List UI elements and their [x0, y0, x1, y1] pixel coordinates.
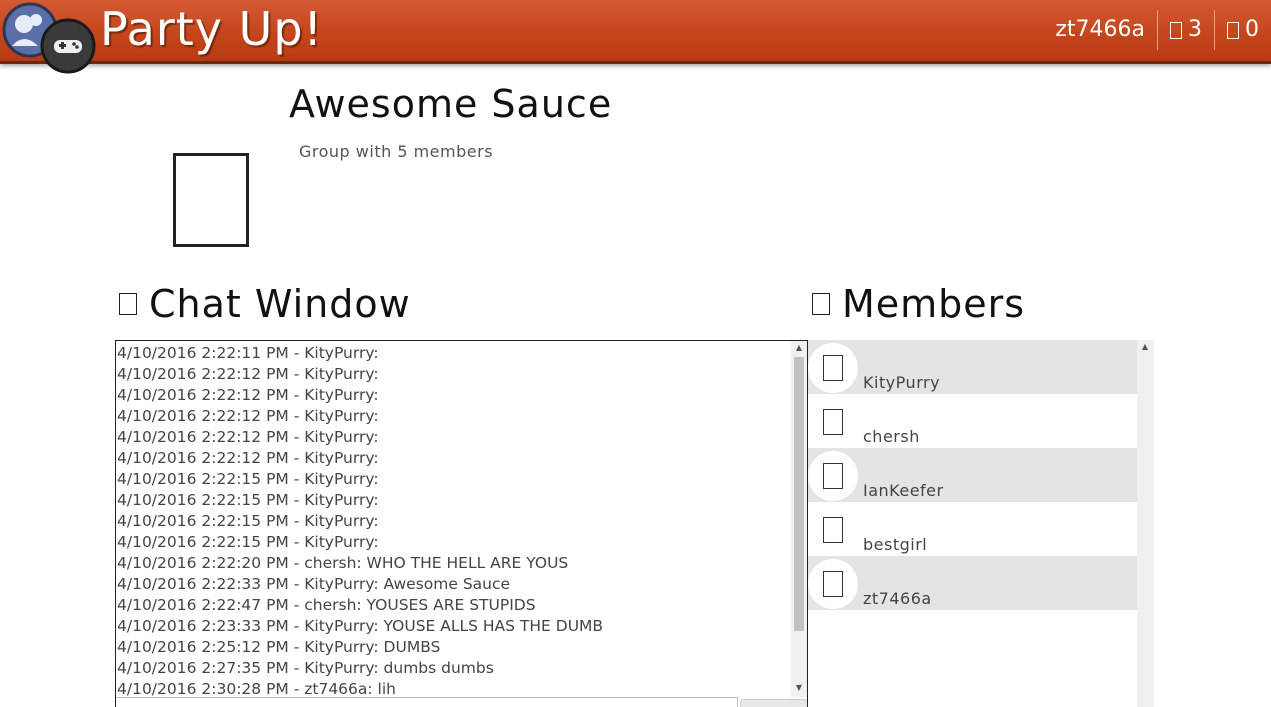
notifications-button[interactable]: 3	[1158, 10, 1214, 50]
avatar-icon	[823, 517, 843, 543]
member-avatar	[808, 505, 858, 555]
chat-message: 4/10/2016 2:22:12 PM - KityPurry:	[117, 407, 379, 425]
scroll-up-icon[interactable]: ▲	[791, 341, 807, 355]
scroll-up-icon[interactable]: ▲	[1137, 340, 1153, 354]
chat-message: 4/10/2016 2:22:15 PM - KityPurry:	[117, 512, 379, 530]
avatar-icon	[823, 409, 843, 435]
members-list: KityPurry chersh IanKeefer bestgirl zt7466a	[808, 340, 1137, 610]
member-name[interactable]: KityPurry	[863, 373, 940, 392]
chat-scroll-thumb[interactable]	[794, 357, 804, 631]
member-avatar	[808, 559, 858, 609]
member-row[interactable]: IanKeefer	[808, 448, 1137, 502]
user-nav: zt7466a 3 0	[1043, 10, 1271, 50]
avatar-icon	[823, 355, 843, 381]
messages-count: 0	[1245, 17, 1259, 42]
chat-message-list: 4/10/2016 2:22:11 PM - KityPurry: 4/10/20…	[117, 343, 791, 700]
logo-icon	[2, 2, 96, 74]
member-row[interactable]: bestgirl	[808, 502, 1137, 556]
chat-message: 4/10/2016 2:22:15 PM - KityPurry:	[117, 491, 379, 509]
chat-message: 4/10/2016 2:22:33 PM - KityPurry: Awesom…	[117, 575, 511, 593]
group-member-count: Group with 5 members	[299, 142, 494, 161]
chat-scrollbar[interactable]: ▲ ▼	[791, 341, 807, 697]
member-avatar	[808, 451, 858, 501]
member-name[interactable]: IanKeefer	[863, 481, 944, 500]
notifications-icon	[1170, 21, 1182, 39]
chat-icon	[119, 293, 137, 315]
member-name[interactable]: zt7466a	[863, 589, 932, 608]
top-navbar: Party Up! zt7466a 3 0	[0, 0, 1271, 74]
chat-message: 4/10/2016 2:22:12 PM - KityPurry:	[117, 365, 379, 383]
username-link[interactable]: zt7466a	[1043, 10, 1157, 50]
messages-icon	[1227, 21, 1239, 39]
avatar-icon	[823, 571, 843, 597]
chat-message: 4/10/2016 2:22:15 PM - KityPurry:	[117, 533, 379, 551]
chat-message: 4/10/2016 2:22:15 PM - KityPurry:	[117, 470, 379, 488]
chat-message-input[interactable]	[116, 697, 738, 707]
chat-send-button[interactable]	[740, 699, 807, 707]
chat-message: 4/10/2016 2:25:12 PM - KityPurry: DUMBS	[117, 638, 441, 656]
member-row[interactable]: KityPurry	[808, 340, 1137, 394]
chat-message: 4/10/2016 2:22:20 PM - chersh: WHO THE H…	[117, 554, 569, 572]
chat-message: 4/10/2016 2:27:35 PM - KityPurry: dumbs …	[117, 659, 494, 677]
chat-message: 4/10/2016 2:22:47 PM - chersh: YOUSES AR…	[117, 596, 536, 614]
member-name[interactable]: chersh	[863, 427, 920, 446]
notifications-count: 3	[1188, 17, 1202, 42]
member-avatar	[808, 343, 858, 393]
members-heading: Members	[812, 282, 1025, 326]
members-panel: KityPurry chersh IanKeefer bestgirl zt7466a …	[808, 340, 1154, 707]
group-title: Awesome Sauce	[289, 82, 613, 126]
member-avatar	[808, 397, 858, 447]
members-icon	[812, 293, 830, 315]
chat-message: 4/10/2016 2:23:33 PM - KityPurry: YOUSE …	[117, 617, 604, 635]
group-image-placeholder-icon	[173, 153, 249, 247]
brand-title[interactable]: Party Up!	[100, 2, 323, 56]
messages-button[interactable]: 0	[1215, 10, 1271, 50]
member-name[interactable]: bestgirl	[863, 535, 927, 554]
members-scrollbar[interactable]: ▲	[1137, 340, 1154, 707]
member-row[interactable]: zt7466a	[808, 556, 1137, 610]
chat-heading-label: Chat Window	[149, 282, 411, 326]
chat-message: 4/10/2016 2:22:12 PM - KityPurry:	[117, 386, 379, 404]
chat-message: 4/10/2016 2:22:12 PM - KityPurry:	[117, 428, 379, 446]
member-row[interactable]: chersh	[808, 394, 1137, 448]
party-up-logo[interactable]	[2, 2, 97, 74]
chat-message: 4/10/2016 2:22:12 PM - KityPurry:	[117, 449, 379, 467]
chat-window[interactable]: 4/10/2016 2:22:11 PM - KityPurry: 4/10/20…	[115, 340, 808, 707]
scroll-down-icon[interactable]: ▼	[791, 681, 807, 695]
members-heading-label: Members	[842, 282, 1026, 326]
avatar-icon	[823, 463, 843, 489]
chat-message: 4/10/2016 2:22:11 PM - KityPurry:	[117, 344, 379, 362]
chat-window-heading: Chat Window	[119, 282, 411, 326]
